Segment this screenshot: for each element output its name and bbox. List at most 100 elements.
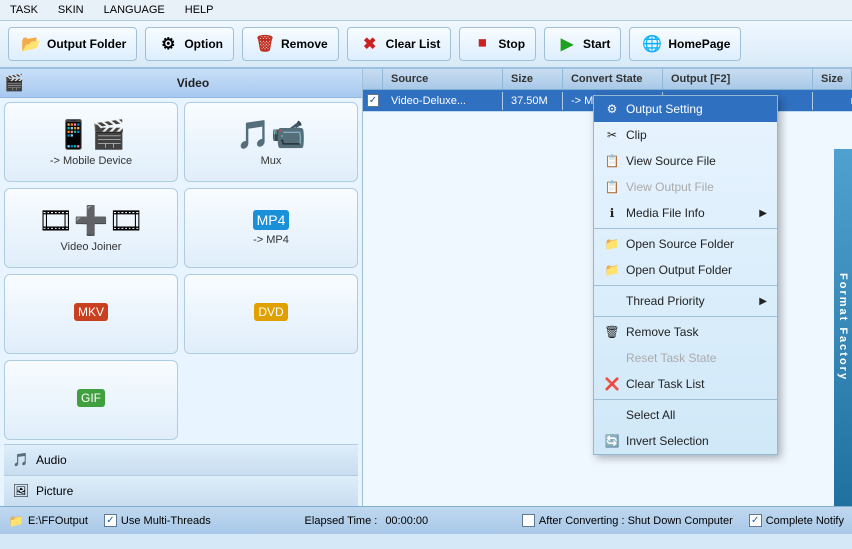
multi-threads-checkbox[interactable] (104, 514, 117, 527)
joiner-label: Video Joiner (61, 241, 122, 253)
menu-help[interactable]: HELP (181, 2, 218, 18)
shutdown-checkbox[interactable] (522, 514, 535, 527)
ctx-open-source-folder-label: Open Source Folder (626, 237, 734, 251)
th-check (363, 69, 383, 89)
output-path: E:\FFOutput (28, 515, 88, 527)
ctx-invert-selection-label: Invert Selection (626, 434, 709, 448)
video-item-gif[interactable]: GIF (4, 360, 178, 440)
main-area: 🎬 Video 📱🎬 -> Mobile Device 🎵📹 Mux 🎞➕🎞 V… (0, 69, 852, 506)
clear-list-button[interactable]: ✖ Clear List (347, 27, 452, 61)
mp4-label: -> MP4 (253, 234, 289, 246)
video-grid-container: 📱🎬 -> Mobile Device 🎵📹 Mux 🎞➕🎞 Video Joi… (0, 98, 362, 506)
stop-icon: ⏹ (470, 32, 494, 56)
home-icon: 🌐 (640, 32, 664, 56)
ctx-media-info-label: Media File Info (626, 206, 705, 220)
elapsed-time: 00:00:00 (385, 515, 428, 527)
stop-button[interactable]: ⏹ Stop (459, 27, 536, 61)
ctx-view-source[interactable]: 📋 View Source File (594, 148, 777, 174)
output-setting-icon: ⚙ (604, 101, 620, 117)
row-out-size (813, 98, 852, 104)
start-label: Start (583, 37, 610, 51)
audio-icon: 🎵 (12, 451, 30, 469)
notify-checkbox[interactable] (749, 514, 762, 527)
ctx-media-info[interactable]: ℹ Media File Info ▶ (594, 200, 777, 226)
multi-threads-container: Use Multi-Threads (104, 514, 211, 527)
ctx-view-output-label: View Output File (626, 180, 714, 194)
media-info-icon: ℹ (604, 205, 620, 221)
start-button[interactable]: ▶ Start (544, 27, 621, 61)
status-left: 📁 E:\FFOutput (8, 513, 88, 529)
thread-priority-icon (604, 293, 620, 309)
ctx-remove-task-label: Remove Task (626, 325, 698, 339)
th-size2: Size (813, 69, 852, 89)
ctx-invert-selection[interactable]: 🔄 Invert Selection (594, 428, 777, 454)
ctx-thread-priority-label: Thread Priority (626, 294, 705, 308)
ctx-view-output: 📋 View Output File (594, 174, 777, 200)
dvd-icon: DVD (254, 303, 287, 321)
ctx-clip[interactable]: ✂ Clip (594, 122, 777, 148)
mkv-icon: MKV (74, 303, 108, 321)
left-panel-header: 🎬 Video (0, 69, 362, 98)
video-item-mkv[interactable]: MKV (4, 274, 178, 354)
th-output: Output [F2] (663, 69, 813, 89)
ctx-clear-task[interactable]: ❌ Clear Task List (594, 371, 777, 397)
ctx-thread-priority[interactable]: Thread Priority ▶ (594, 288, 777, 314)
video-item-mobile[interactable]: 📱🎬 -> Mobile Device (4, 102, 178, 182)
open-output-folder-icon: 📁 (604, 262, 620, 278)
select-all-icon (604, 407, 620, 423)
ctx-select-all[interactable]: Select All (594, 402, 777, 428)
folder-icon: 📂 (19, 32, 43, 56)
table-header: Source Size Convert State Output [F2] Si… (363, 69, 852, 90)
status-mid: Elapsed Time : 00:00:00 (227, 515, 506, 527)
option-icon: ⚙ (156, 32, 180, 56)
elapsed-label: Elapsed Time : (305, 515, 378, 527)
ctx-remove-task[interactable]: 🗑 Remove Task (594, 319, 777, 345)
notify-label: Complete Notify (766, 515, 844, 527)
row-size: 37.50M (503, 92, 563, 110)
sidebar-items: 🎵 Audio 🖼 Picture 📄 Document 💿 ROM Devic… (4, 444, 358, 506)
left-panel: 🎬 Video 📱🎬 -> Mobile Device 🎵📹 Mux 🎞➕🎞 V… (0, 69, 363, 506)
menu-language[interactable]: LANGUAGE (100, 2, 169, 18)
ctx-open-output-folder[interactable]: 📁 Open Output Folder (594, 257, 777, 283)
clear-task-icon: ❌ (604, 376, 620, 392)
ctx-select-all-label: Select All (626, 408, 675, 422)
multi-threads-label: Use Multi-Threads (121, 515, 211, 527)
remove-task-icon: 🗑 (604, 324, 620, 340)
output-folder-label: Output Folder (47, 37, 126, 51)
row-checkbox[interactable] (363, 90, 383, 111)
ctx-sep4 (594, 399, 777, 400)
sidebar-item-picture[interactable]: 🖼 Picture (4, 475, 358, 506)
ctx-reset-task-label: Reset Task State (626, 351, 717, 365)
video-item-joiner[interactable]: 🎞➕🎞 Video Joiner (4, 188, 178, 268)
ctx-open-output-folder-label: Open Output Folder (626, 263, 732, 277)
output-folder-button[interactable]: 📂 Output Folder (8, 27, 137, 61)
shutdown-container: After Converting : Shut Down Computer (522, 514, 733, 527)
th-source: Source (383, 69, 503, 89)
checkbox-icon (367, 94, 379, 107)
video-item-mp4[interactable]: MP4 -> MP4 (184, 188, 358, 268)
remove-button[interactable]: 🗑 Remove (242, 27, 339, 61)
mobile-icon: 📱🎬 (56, 118, 126, 151)
ctx-output-setting[interactable]: ⚙ Output Setting (594, 96, 777, 122)
video-category-label: Video (28, 76, 358, 90)
th-convert-state: Convert State (563, 69, 663, 89)
ctx-clip-label: Clip (626, 128, 647, 142)
option-label: Option (184, 37, 223, 51)
menu-task[interactable]: TASK (6, 2, 42, 18)
video-item-dvd[interactable]: DVD (184, 274, 358, 354)
video-item-mux[interactable]: 🎵📹 Mux (184, 102, 358, 182)
option-button[interactable]: ⚙ Option (145, 27, 234, 61)
menu-skin[interactable]: SKIN (54, 2, 88, 18)
ctx-open-source-folder[interactable]: 📁 Open Source Folder (594, 231, 777, 257)
mux-label: Mux (261, 155, 282, 167)
mux-icon: 🎵📹 (236, 118, 306, 151)
start-icon: ▶ (555, 32, 579, 56)
video-grid: 📱🎬 -> Mobile Device 🎵📹 Mux 🎞➕🎞 Video Joi… (4, 102, 358, 440)
sidebar-item-audio[interactable]: 🎵 Audio (4, 444, 358, 475)
ctx-clear-task-label: Clear Task List (626, 377, 704, 391)
audio-label: Audio (36, 453, 67, 467)
ctx-sep1 (594, 228, 777, 229)
view-output-icon: 📋 (604, 179, 620, 195)
ctx-output-setting-label: Output Setting (626, 102, 703, 116)
homepage-button[interactable]: 🌐 HomePage (629, 27, 741, 61)
